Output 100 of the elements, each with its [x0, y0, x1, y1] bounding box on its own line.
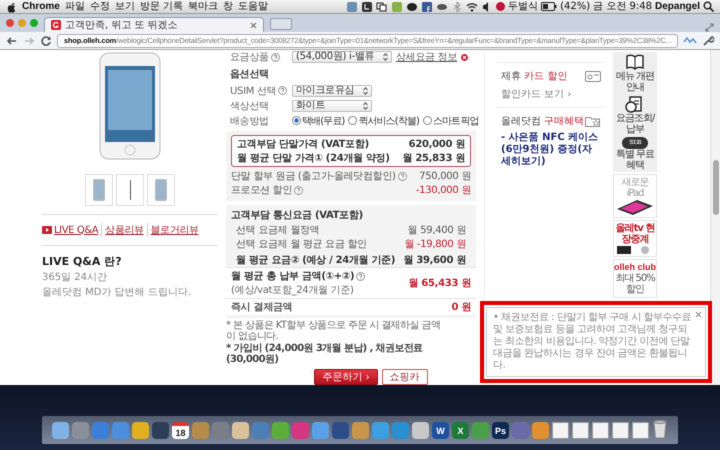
help-icon[interactable] [398, 172, 407, 180]
card-list-link[interactable]: 할인카드 보기 › [501, 87, 601, 101]
document-stack-icon[interactable] [612, 422, 629, 439]
status-icon[interactable] [376, 0, 388, 12]
app-icon[interactable] [72, 422, 89, 439]
ad-text: 최대 50% 할인 [614, 273, 656, 295]
radio-option[interactable]: 택배(무료) [292, 114, 344, 128]
user-name[interactable]: Depangel [654, 0, 700, 12]
help-icon[interactable] [356, 272, 366, 280]
document-stack-icon[interactable] [592, 422, 609, 439]
review-link[interactable]: 블로거리뷰 [146, 223, 199, 237]
radio-option[interactable]: 퀵서비스(착불) [348, 114, 420, 128]
section-title: 고객부담 통신요금 (VAT포함) [231, 209, 364, 222]
menu-item[interactable]: 북마크 [188, 0, 218, 12]
new-tab-button[interactable] [270, 18, 292, 30]
thumbnail-image[interactable] [116, 174, 144, 206]
menu-item[interactable]: 방문 기록 [140, 0, 183, 12]
live-qa-link[interactable]: LIVE Q&A [42, 224, 98, 236]
radio-icon[interactable] [348, 116, 358, 125]
section-title: 옵션선택 [229, 68, 270, 82]
forward-icon[interactable] [23, 34, 35, 46]
live-qa-description: 365일 24시간 [42, 271, 108, 284]
field-label: USIM 선택 [230, 84, 276, 98]
radio-selected-icon[interactable] [292, 116, 301, 125]
search-icon[interactable] [703, 1, 714, 12]
help-icon[interactable] [270, 52, 280, 62]
app-icon[interactable] [272, 422, 289, 439]
menu-item[interactable]: 수정 [90, 0, 110, 12]
app-icon[interactable] [112, 422, 129, 439]
minimize-button[interactable] [18, 19, 26, 27]
ad-banner[interactable]: olleh club 최대 50% 할인 [613, 259, 657, 298]
help-icon[interactable] [294, 186, 304, 194]
app-icon[interactable] [532, 422, 549, 439]
app-icon[interactable] [352, 422, 369, 439]
radio-icon[interactable] [423, 116, 432, 125]
price-value: 월 -19,800 원 [404, 238, 466, 251]
site-favicon [51, 20, 61, 30]
app-icon[interactable] [52, 422, 69, 439]
app-icon[interactable] [412, 422, 429, 439]
app-icon[interactable] [472, 422, 489, 439]
benefit-link[interactable]: - 사은품 NFC 케이스(6만9천원) 증정(자세히보기) [501, 132, 601, 168]
wifi-icon[interactable] [466, 0, 478, 12]
status-icon[interactable] [361, 0, 374, 12]
radio-option[interactable]: 스마트픽업 [423, 114, 479, 128]
plan-detail-link[interactable]: 상세요금 정보 [396, 50, 458, 64]
back-icon[interactable] [6, 34, 18, 46]
document-stack-icon[interactable] [572, 422, 589, 439]
zoom-button[interactable] [30, 19, 38, 27]
scrollbar[interactable] [710, 50, 720, 385]
app-menu[interactable]: Chrome [22, 0, 60, 12]
app-icon[interactable] [132, 422, 149, 439]
app-icon[interactable] [332, 422, 349, 439]
battery-icon[interactable] [541, 2, 558, 11]
app-icon[interactable]: Ps [492, 422, 509, 439]
thumbnail-image[interactable] [85, 174, 113, 206]
app-icon[interactable] [232, 422, 249, 439]
fullscreen-icon[interactable] [705, 23, 714, 32]
menu-item[interactable]: 파일 [64, 0, 85, 12]
quick-menu-item[interactable]: 메뉴 개편 안내 [613, 52, 657, 94]
price-label: 월 평균 요금② (예상 / 24개월 기준) [236, 254, 396, 267]
ad-title: olleh club [614, 262, 656, 273]
ad-banner[interactable]: 올레tv 현장중계 [613, 220, 657, 257]
close-icon[interactable] [695, 311, 702, 318]
reload-icon[interactable] [40, 34, 52, 46]
app-icon[interactable] [392, 422, 409, 439]
app-icon[interactable] [212, 422, 229, 439]
order-button[interactable]: 주문하기 › [314, 369, 378, 385]
app-icon[interactable] [192, 422, 209, 439]
live-qa-heading: LIVE Q&A 란? [42, 254, 123, 269]
scroll-thumb[interactable] [712, 160, 718, 215]
help-icon[interactable] [278, 86, 288, 95]
menu-item[interactable]: 보기 [114, 0, 135, 12]
cart-button[interactable]: 쇼핑카 [382, 369, 428, 385]
calendar-icon[interactable]: 18 [172, 422, 189, 439]
app-icon[interactable] [152, 422, 169, 439]
app-icon[interactable]: W [432, 422, 449, 439]
app-icon[interactable] [312, 422, 329, 439]
browser-tab[interactable]: 고객만족, 뛰고 또 뛰겠소 [44, 17, 264, 32]
close-button[interactable] [6, 19, 14, 27]
dropdown[interactable]: 마이크로유심 [292, 84, 372, 96]
app-icon[interactable]: X [452, 422, 469, 439]
app-icon[interactable] [92, 422, 109, 439]
dropdown[interactable]: 화이트 [292, 100, 372, 112]
thumbnail-image[interactable] [147, 174, 175, 206]
review-link[interactable]: 상품리뷰 [101, 223, 144, 237]
app-icon[interactable] [372, 422, 389, 439]
trash-icon[interactable] [652, 419, 668, 439]
document-stack-icon[interactable] [632, 422, 649, 439]
clock[interactable]: 금 오전 9:48 [593, 0, 652, 12]
menu-item[interactable]: 도움말 [238, 0, 268, 12]
menu-item[interactable]: 창 [222, 0, 233, 12]
wrench-icon[interactable] [702, 34, 714, 46]
input-method[interactable]: 두벌식 [508, 0, 538, 12]
remove-icon[interactable] [461, 54, 468, 60]
document-stack-icon[interactable] [552, 422, 569, 439]
dropdown[interactable]: (54,000원) i-밸류 [292, 51, 392, 63]
status-icon[interactable] [421, 0, 434, 12]
apple-menu-icon[interactable] [6, 0, 17, 12]
close-icon[interactable] [250, 22, 257, 28]
quick-menu-item[interactable]: 요금조회/납부 [613, 94, 657, 136]
